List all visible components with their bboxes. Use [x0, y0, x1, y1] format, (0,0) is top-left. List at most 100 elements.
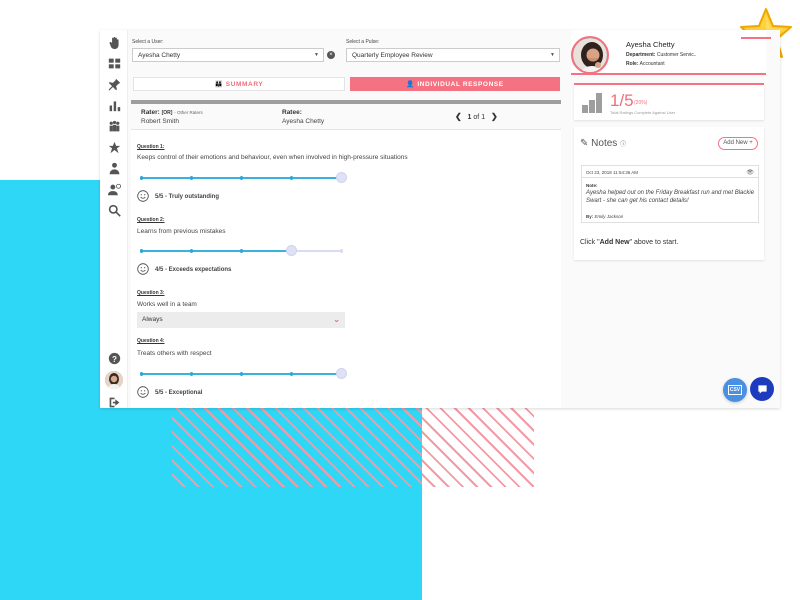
rating-slider[interactable]: [139, 245, 343, 256]
prev-page-icon[interactable]: ❮: [455, 112, 462, 121]
hand-icon[interactable]: [106, 34, 122, 50]
pulse-select[interactable]: Quarterly Employee Review ▼: [346, 48, 560, 62]
department-label: Department:: [626, 52, 656, 58]
pulse-select-label: Select a Pulse:: [346, 39, 380, 45]
bar-chart-icon: [582, 93, 604, 113]
rating-text: 5/5 - Exceptional: [155, 390, 203, 396]
page-total: 1: [481, 114, 486, 121]
role-value: Accountant: [639, 61, 665, 67]
ratings-percent: (20%): [634, 100, 648, 106]
slider-handle[interactable]: [335, 368, 347, 379]
stage: ? Select a User: Ayesha Chetty ▼ × Selec…: [0, 0, 800, 600]
search-icon[interactable]: [106, 202, 122, 218]
rater-name: Robert Smith: [141, 118, 179, 125]
note-text: Ayesha helped out on the Friday Breakfas…: [586, 190, 755, 204]
csv-export-button[interactable]: CSV: [723, 378, 747, 402]
pulse-select-value: Quarterly Employee Review: [352, 52, 433, 59]
user-select-value: Ayesha Chetty: [138, 52, 181, 59]
rating-slider[interactable]: [139, 368, 347, 379]
ratings-caption: Total Ratings Complete Against User: [610, 110, 676, 115]
star-nav-icon[interactable]: [106, 139, 122, 155]
question-text: Keeps control of their emotions and beha…: [137, 154, 408, 161]
rating-text: 5/5 - Truly outstanding: [155, 194, 220, 200]
ratings-fraction: 1/5: [610, 91, 634, 110]
svg-text:?: ?: [112, 354, 117, 363]
notes-hint: Click "Add New" above to start.: [580, 239, 679, 246]
notes-title: Notes: [591, 138, 618, 149]
main-panel: Select a User: Ayesha Chetty ▼ × Select …: [128, 30, 562, 408]
slider-tick: [239, 176, 243, 180]
summary-icon: 👪: [214, 81, 224, 88]
user-select[interactable]: Ayesha Chetty ▼: [132, 48, 324, 62]
pink-stripes-pattern: [172, 405, 422, 487]
profile-role: Role: Accountant: [626, 61, 665, 67]
rater-label: Rater:: [141, 109, 160, 116]
tab-summary[interactable]: 👪 SUMMARY: [133, 77, 345, 91]
page-current: 1: [467, 114, 472, 121]
rating-text: 4/5 - Exceeds expectations: [155, 267, 232, 273]
pencil-icon: ✎: [580, 138, 589, 149]
dashboard-icon[interactable]: [106, 55, 122, 71]
answer-value: Always: [142, 316, 163, 323]
logout-icon[interactable]: [106, 394, 122, 408]
pin-icon[interactable]: [106, 76, 122, 92]
profile-avatar: [571, 36, 609, 74]
pink-stripes-pattern-light: [422, 405, 534, 487]
user-select-label: Select a User:: [132, 39, 164, 45]
profile-card: Ayesha Chetty Department: Customer Servi…: [571, 30, 771, 75]
tab-individual-response[interactable]: 👤 INDIVIDUAL RESPONSE: [350, 77, 560, 91]
rater-or[interactable]: [OR]: [162, 110, 173, 116]
note-author: By: Emily Jackson: [586, 214, 623, 219]
slider-tick: [139, 249, 143, 253]
question-text: Learns from previous mistakes: [137, 228, 226, 235]
other-raters-link[interactable]: - Other Raters: [174, 110, 203, 115]
slider-tick: [189, 249, 193, 253]
caret-down-icon: ▼: [550, 52, 555, 58]
page-of: of: [473, 114, 480, 121]
question-title: Question 3:: [137, 290, 165, 296]
pager: ❮ 1 of 1 ❯: [455, 112, 498, 121]
help-icon[interactable]: ?: [106, 350, 122, 366]
department-value: Customer Servic..: [656, 52, 697, 58]
bar-chart-icon[interactable]: [106, 97, 122, 113]
csv-icon: CSV: [727, 385, 743, 395]
slider-tick: [139, 176, 143, 180]
next-page-icon[interactable]: ❯: [491, 112, 498, 121]
eye-icon[interactable]: 👁: [746, 169, 754, 176]
ratee-name: Ayesha Chetty: [282, 118, 325, 125]
user-tie-icon[interactable]: [106, 160, 122, 176]
ratee-label: Ratee:: [282, 109, 302, 116]
nav-rail: ?: [100, 30, 128, 408]
app-window: ? Select a User: Ayesha Chetty ▼ × Selec…: [100, 30, 780, 408]
rater-heading: Rater: [OR] - Other Raters: [141, 109, 203, 116]
team-icon[interactable]: [106, 118, 122, 134]
smile-icon: [137, 386, 149, 398]
note-author-value: Emily Jackson: [594, 214, 624, 219]
chat-button[interactable]: [750, 377, 774, 401]
answer-select[interactable]: Always ⌄: [137, 312, 345, 328]
notes-heading: ✎ Notes ⓘ: [580, 138, 626, 149]
user-icon: 👤: [406, 81, 415, 88]
rating-slider[interactable]: [139, 172, 347, 183]
tab-summary-label: SUMMARY: [225, 81, 264, 88]
slider-handle[interactable]: [335, 172, 347, 183]
caret-down-icon: ▼: [314, 52, 319, 58]
side-panel: Ayesha Chetty Department: Customer Servi…: [571, 30, 780, 408]
slider-tick: [189, 176, 193, 180]
profile-name: Ayesha Chetty: [626, 40, 675, 49]
ratings-stats: 1/5 (20%) Total Ratings Complete Against…: [574, 83, 764, 120]
chevron-down-icon: ⌄: [333, 315, 340, 324]
user-settings-icon[interactable]: [106, 181, 122, 197]
clear-user-icon[interactable]: ×: [327, 51, 335, 59]
profile-department: Department: Customer Servic..: [626, 52, 697, 58]
add-new-button[interactable]: Add New +: [718, 137, 758, 150]
slider-tick: [239, 249, 243, 253]
profile-accent-line: [741, 37, 771, 39]
info-icon[interactable]: ⓘ: [620, 142, 626, 148]
slider-tick: [339, 249, 343, 253]
slider-handle[interactable]: [285, 245, 297, 256]
question-title: Question 1:: [137, 144, 165, 150]
note-header: Oct 23, 2018 11:54:36 AM 👁: [582, 166, 758, 178]
user-avatar-icon[interactable]: [105, 371, 123, 389]
question-title: Question 2:: [137, 217, 165, 223]
